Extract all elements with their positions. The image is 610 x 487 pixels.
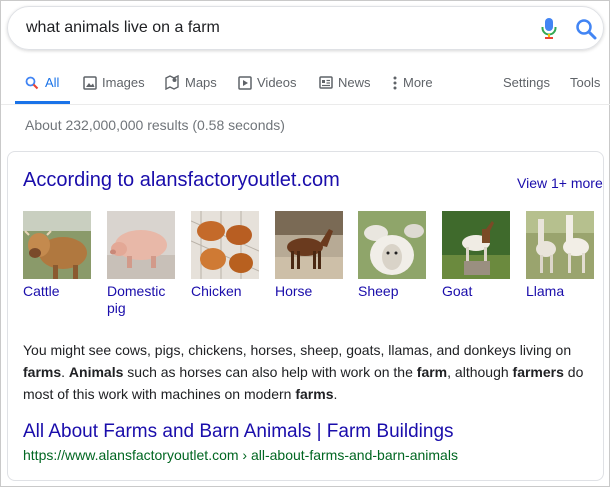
snippet-bold: farmers: [512, 364, 564, 380]
domestic-pig-image: [107, 211, 175, 279]
snippet-text: You might see cows, pigs, chickens, hors…: [23, 339, 593, 405]
snippet-part: such as horses can also help with work o…: [123, 364, 417, 380]
goat-image: [442, 211, 510, 279]
card-title[interactable]: According to alansfactoryoutlet.com: [23, 169, 340, 192]
animal-name: Cattle: [23, 283, 60, 299]
tab-label: Tools: [570, 75, 601, 90]
tab-label: Maps: [185, 75, 217, 90]
result-title-link[interactable]: All About Farms and Barn Animals | Farm …: [23, 421, 454, 443]
map-icon: [165, 75, 179, 90]
animal-name: Sheep: [358, 283, 399, 299]
animal-item-cattle[interactable]: Cattle: [23, 211, 93, 299]
tab-label: Images: [102, 75, 145, 90]
search-bar[interactable]: what animals live on a farm: [7, 6, 604, 50]
image-icon: [83, 76, 97, 90]
animal-name: Domestic pig: [107, 283, 166, 316]
tab-label: All: [45, 75, 60, 90]
animal-name: Llama: [526, 283, 565, 299]
animal-item-sheep[interactable]: Sheep: [358, 211, 428, 299]
tab-label: Videos: [257, 75, 297, 90]
view-more-link[interactable]: View 1+ more: [517, 175, 603, 191]
snippet-part: .: [61, 364, 69, 380]
search-query-text[interactable]: what animals live on a farm: [26, 19, 220, 37]
news-icon: [319, 76, 333, 89]
more-vert-icon: [393, 76, 397, 90]
result-url[interactable]: https://www.alansfactoryoutlet.com › all…: [23, 447, 458, 463]
snippet-bold: farms: [295, 386, 334, 402]
search-icon: [25, 76, 39, 90]
tab-label: More: [403, 75, 433, 90]
divider: [1, 104, 610, 105]
sheep-image: [358, 211, 426, 279]
tab-label: Settings: [503, 75, 550, 90]
snippet-part: You might see cows, pigs, chickens, hors…: [23, 342, 572, 358]
snippet-bold: farm: [416, 364, 448, 380]
featured-snippet-card: According to alansfactoryoutlet.com View…: [7, 151, 604, 481]
animal-item-llama[interactable]: Llama: [526, 211, 596, 299]
horse-image: [275, 211, 343, 279]
animal-name: Horse: [275, 283, 313, 299]
video-icon: [238, 76, 252, 90]
animal-name: Goat: [442, 283, 473, 299]
cattle-image: [23, 211, 91, 279]
animal-item-chicken[interactable]: Chicken: [191, 211, 261, 299]
animal-item-goat[interactable]: Goat: [442, 211, 512, 299]
search-tabs: All Images Maps Videos News More Setting…: [1, 67, 610, 103]
chicken-image: [191, 211, 259, 279]
animal-name: Chicken: [191, 283, 242, 299]
tab-label: News: [338, 75, 371, 90]
animal-item-horse[interactable]: Horse: [275, 211, 345, 299]
snippet-part: .: [333, 386, 338, 402]
snippet-part: , although: [447, 364, 513, 380]
result-stats: About 232,000,000 results (0.58 seconds): [25, 117, 285, 133]
search-icon[interactable]: [574, 17, 598, 41]
snippet-bold: Animals: [68, 364, 124, 380]
animal-item-domestic-pig[interactable]: Domestic pig: [107, 211, 177, 316]
microphone-icon[interactable]: [541, 18, 557, 40]
snippet-bold: farms: [23, 364, 62, 380]
llama-image: [526, 211, 594, 279]
